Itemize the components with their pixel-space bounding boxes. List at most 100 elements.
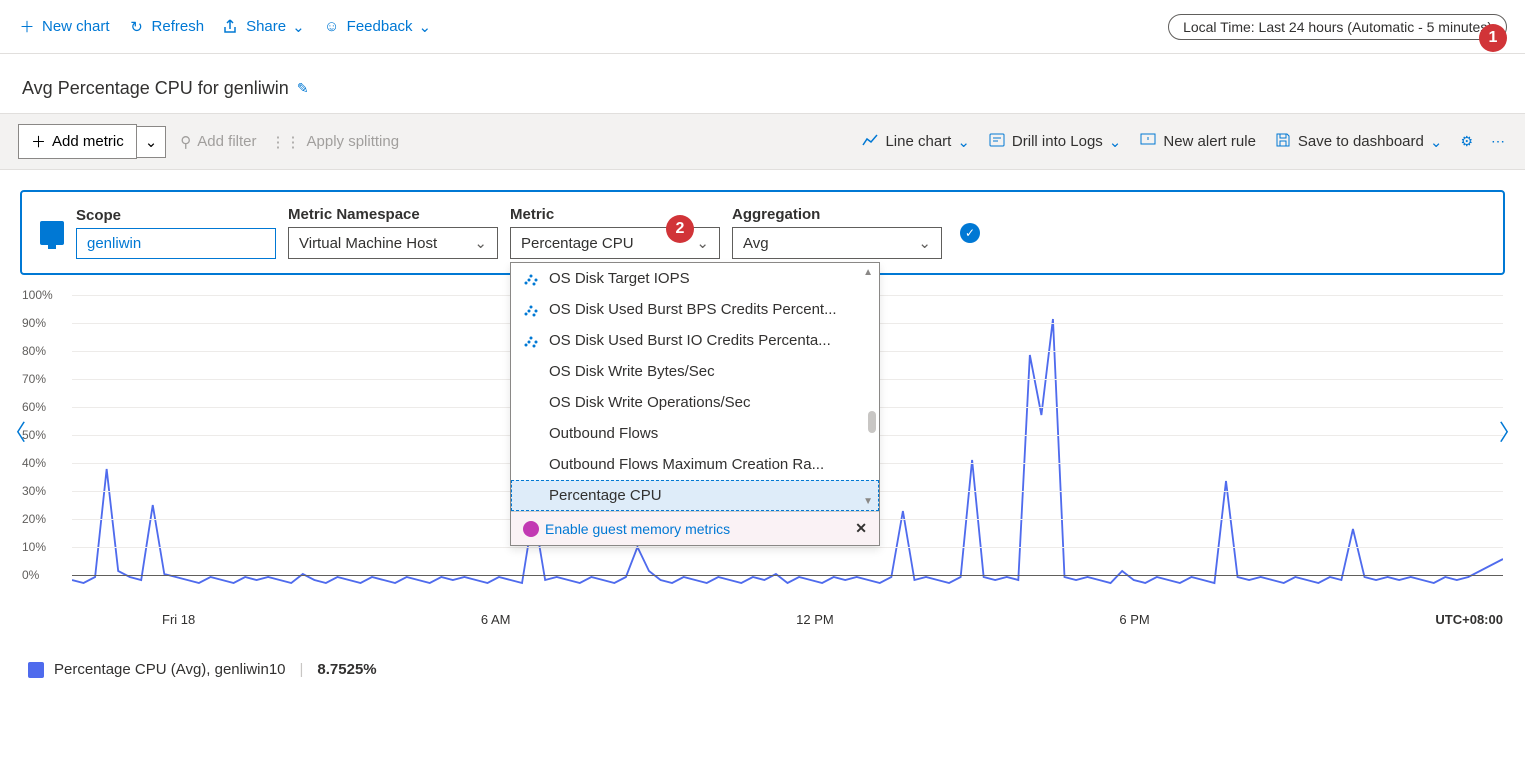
share-label: Share — [246, 18, 286, 35]
add-filter-button[interactable]: ⚲ Add filter — [180, 133, 256, 151]
dropdown-footer: Enable guest memory metrics ✕ — [511, 511, 879, 545]
y-axis: 0%10%20%30%40%50%60%70%80%90%100% — [22, 295, 72, 595]
metric-option-label: OS Disk Write Operations/Sec — [549, 394, 750, 411]
namespace-value: Virtual Machine Host — [299, 235, 437, 252]
timezone-label: UTC+08:00 — [1435, 612, 1503, 627]
y-tick: 90% — [22, 316, 46, 330]
chevron-down-icon: ⌄ — [419, 18, 432, 36]
y-tick: 100% — [22, 288, 53, 302]
edit-title-icon[interactable]: ✎ — [297, 80, 309, 97]
scroll-down-icon[interactable]: ▼ — [863, 496, 873, 507]
y-tick: 10% — [22, 540, 46, 554]
metric-option[interactable]: Percentage CPU — [511, 480, 879, 511]
x-tick: Fri 18 — [162, 612, 195, 627]
chevron-down-icon: ⌄ — [918, 234, 931, 252]
callout-badge-1: 1 — [1479, 24, 1507, 52]
chart-toolbar: ＋ Add metric ⌄ ⚲ Add filter ⋮⋮ Apply spl… — [0, 113, 1525, 170]
refresh-button[interactable]: ↻ Refresh — [128, 18, 205, 36]
scope-value: genliwin — [87, 235, 141, 252]
chart-title: Avg Percentage CPU for genliwin — [22, 78, 289, 99]
add-filter-label: Add filter — [197, 133, 256, 150]
new-chart-button[interactable]: ＋ New chart — [18, 18, 110, 36]
split-icon: ⋮⋮ — [271, 133, 301, 151]
scatter-icon — [523, 302, 539, 318]
chevron-down-icon: ⌄ — [474, 234, 487, 252]
save-dashboard-label: Save to dashboard — [1298, 133, 1424, 150]
y-tick: 40% — [22, 456, 46, 470]
chevron-down-icon: ⌄ — [696, 234, 709, 252]
y-tick: 60% — [22, 400, 46, 414]
chart-type-label: Line chart — [885, 133, 951, 150]
namespace-select[interactable]: Virtual Machine Host ⌄ — [288, 227, 498, 259]
plus-icon: ＋ — [18, 18, 36, 36]
add-metric-button[interactable]: ＋ Add metric — [18, 124, 137, 159]
x-tick: 12 PM — [796, 612, 834, 627]
aggregation-field: Aggregation Avg ⌄ — [732, 206, 942, 259]
apply-check-icon[interactable]: ✓ — [960, 223, 980, 243]
aggregation-select[interactable]: Avg ⌄ — [732, 227, 942, 259]
refresh-icon: ↻ — [128, 18, 146, 36]
metric-option[interactable]: OS Disk Write Operations/Sec — [511, 387, 879, 418]
metric-value: Percentage CPU — [521, 235, 634, 252]
chevron-down-icon: ⌄ — [1109, 133, 1122, 151]
drill-logs-label: Drill into Logs — [1012, 133, 1103, 150]
top-toolbar: ＋ New chart ↻ Refresh Share ⌄ ☺ Feedback… — [0, 0, 1525, 54]
chevron-down-icon: ⌄ — [145, 133, 158, 151]
share-button[interactable]: Share ⌄ — [222, 18, 305, 36]
share-icon — [222, 18, 240, 36]
y-tick: 80% — [22, 344, 46, 358]
scope-select[interactable]: genliwin — [76, 228, 276, 259]
time-range-pill[interactable]: Local Time: Last 24 hours (Automatic - 5… — [1168, 14, 1507, 40]
refresh-label: Refresh — [152, 18, 205, 35]
feedback-label: Feedback — [347, 18, 413, 35]
line-chart-icon — [861, 131, 879, 153]
metric-option-label: OS Disk Target IOPS — [549, 270, 690, 287]
close-icon[interactable]: ✕ — [855, 520, 867, 537]
save-dashboard-button[interactable]: Save to dashboard ⌄ — [1274, 131, 1443, 153]
metric-option[interactable]: OS Disk Used Burst IO Credits Percenta..… — [511, 325, 879, 356]
plus-icon: ＋ — [31, 131, 46, 152]
aggregation-label: Aggregation — [732, 206, 942, 223]
enable-guest-memory-link[interactable]: Enable guest memory metrics — [523, 521, 730, 537]
grid-line — [72, 575, 1503, 576]
metric-option[interactable]: Outbound Flows — [511, 418, 879, 449]
metric-option-label: OS Disk Used Burst IO Credits Percenta..… — [549, 332, 831, 349]
x-tick: 6 AM — [481, 612, 511, 627]
metric-option[interactable]: Outbound Flows Maximum Creation Ra... — [511, 449, 879, 480]
chevron-down-icon: ⌄ — [292, 18, 305, 36]
scrollbar-thumb[interactable] — [868, 411, 876, 433]
scatter-icon — [523, 271, 539, 287]
metric-option[interactable]: OS Disk Target IOPS — [511, 263, 879, 294]
new-alert-button[interactable]: New alert rule — [1139, 131, 1256, 153]
metric-option[interactable]: OS Disk Used Burst BPS Credits Percent..… — [511, 294, 879, 325]
y-tick: 50% — [22, 428, 46, 442]
save-icon — [1274, 131, 1292, 153]
settings-icon[interactable]: ⚙ — [1460, 133, 1473, 150]
scope-field: Scope genliwin — [76, 207, 276, 259]
metric-option-label: Outbound Flows — [549, 425, 658, 442]
apply-splitting-button[interactable]: ⋮⋮ Apply splitting — [271, 133, 400, 151]
metric-option[interactable]: OS Disk Write Bytes/Sec — [511, 356, 879, 387]
drill-logs-button[interactable]: Drill into Logs ⌄ — [988, 131, 1121, 153]
namespace-field: Metric Namespace Virtual Machine Host ⌄ — [288, 206, 498, 259]
metric-option-label: Percentage CPU — [549, 487, 662, 504]
logs-icon — [988, 131, 1006, 153]
chart-type-button[interactable]: Line chart ⌄ — [861, 131, 969, 153]
scatter-icon — [523, 333, 539, 349]
y-tick: 0% — [22, 568, 39, 582]
feedback-button[interactable]: ☺ Feedback ⌄ — [323, 18, 431, 36]
compass-icon — [523, 521, 539, 537]
legend-series-label: Percentage CPU (Avg), genliwin10 — [54, 661, 286, 678]
add-metric-split-button[interactable]: ⌄ — [137, 126, 167, 158]
chevron-down-icon: ⌄ — [1430, 133, 1443, 151]
apply-splitting-label: Apply splitting — [307, 133, 400, 150]
scope-label: Scope — [76, 207, 276, 224]
scroll-up-icon[interactable]: ▲ — [863, 267, 873, 278]
more-icon[interactable]: ⋯ — [1491, 133, 1507, 150]
new-chart-label: New chart — [42, 18, 110, 35]
chevron-down-icon: ⌄ — [957, 133, 970, 151]
metric-option-label: Outbound Flows Maximum Creation Ra... — [549, 456, 824, 473]
legend-divider: | — [300, 661, 304, 678]
metric-dropdown: ▲ ▼ OS Disk Target IOPS OS Disk Used Burs… — [510, 262, 880, 546]
legend-swatch — [28, 662, 44, 678]
